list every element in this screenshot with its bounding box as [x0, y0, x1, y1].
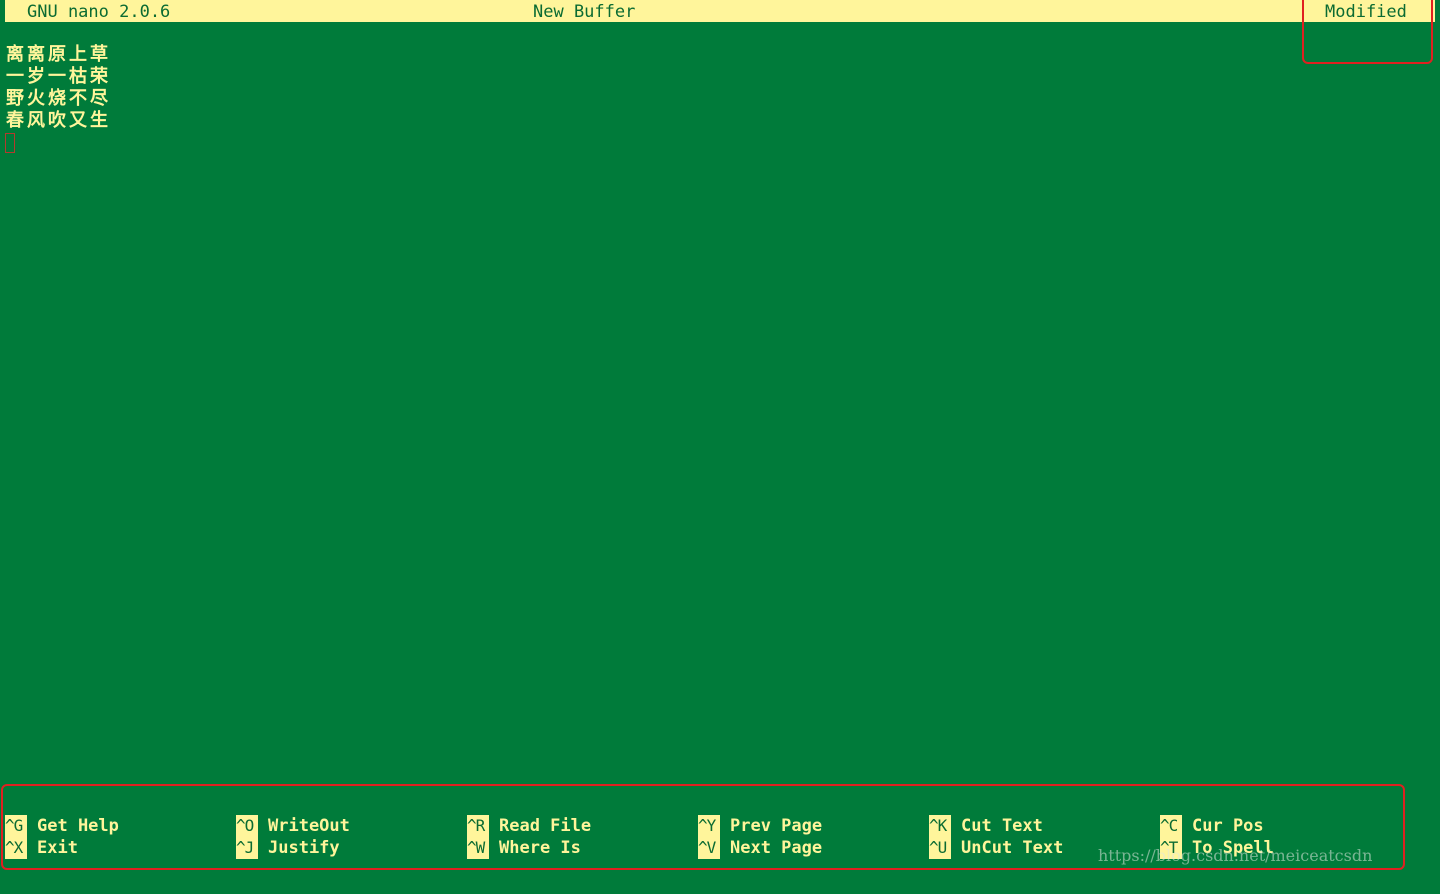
editor-line-3[interactable]: 野火烧不尽	[6, 88, 111, 110]
watermark-text: https://blog.csdn.net/meiceatcsdn	[1098, 846, 1373, 865]
shortcut-where-is[interactable]: ^W Where Is	[467, 837, 581, 859]
shortcut-label: Next Page	[730, 838, 823, 858]
buffer-name: New Buffer	[533, 2, 636, 22]
shortcut-key: ^J	[236, 837, 258, 859]
shortcut-label: WriteOut	[268, 816, 350, 836]
shortcut-key: ^U	[929, 837, 951, 859]
shortcut-cut-text[interactable]: ^K Cut Text	[929, 815, 1043, 837]
shortcut-prev-page[interactable]: ^Y Prev Page	[698, 815, 822, 837]
shortcut-label: Justify	[268, 838, 340, 858]
shortcut-label: Get Help	[37, 816, 119, 836]
shortcut-writeout[interactable]: ^O WriteOut	[236, 815, 350, 837]
editor-line-2[interactable]: 一岁一枯荣	[6, 66, 111, 88]
editor-line-4[interactable]: 春风吹又生	[6, 110, 111, 132]
shortcut-label: UnCut Text	[961, 838, 1064, 858]
editor-line-1[interactable]: 离离原上草	[6, 44, 111, 66]
shortcut-uncut-text[interactable]: ^U UnCut Text	[929, 837, 1063, 859]
shortcut-key: ^O	[236, 815, 258, 837]
shortcut-next-page[interactable]: ^V Next Page	[698, 837, 822, 859]
shortcut-key: ^V	[698, 837, 720, 859]
nano-title-bar: GNU nano 2.0.6 New Buffer Modified	[5, 0, 1435, 22]
modified-highlight-box	[1302, 0, 1433, 64]
shortcut-label: Cut Text	[961, 816, 1043, 836]
shortcut-key: ^K	[929, 815, 951, 837]
shortcut-label: Read File	[499, 816, 592, 836]
shortcut-read-file[interactable]: ^R Read File	[467, 815, 591, 837]
shortcut-key: ^R	[467, 815, 489, 837]
shortcut-key: ^W	[467, 837, 489, 859]
shortcut-key: ^C	[1160, 815, 1182, 837]
shortcut-cur-pos[interactable]: ^C Cur Pos	[1160, 815, 1264, 837]
shortcut-label: Prev Page	[730, 816, 823, 836]
shortcut-key: ^X	[5, 837, 27, 859]
app-version: GNU nano 2.0.6	[27, 2, 171, 22]
shortcut-get-help[interactable]: ^G Get Help	[5, 815, 119, 837]
shortcut-label: Exit	[37, 838, 78, 858]
shortcut-label: Where Is	[499, 838, 581, 858]
shortcut-exit[interactable]: ^X Exit	[5, 837, 78, 859]
text-cursor	[5, 133, 15, 153]
shortcut-key: ^G	[5, 815, 27, 837]
shortcut-label: Cur Pos	[1192, 816, 1264, 836]
shortcut-justify[interactable]: ^J Justify	[236, 837, 340, 859]
shortcut-key: ^Y	[698, 815, 720, 837]
editor-buffer[interactable]: 离离原上草 一岁一枯荣 野火烧不尽 春风吹又生	[6, 44, 111, 132]
